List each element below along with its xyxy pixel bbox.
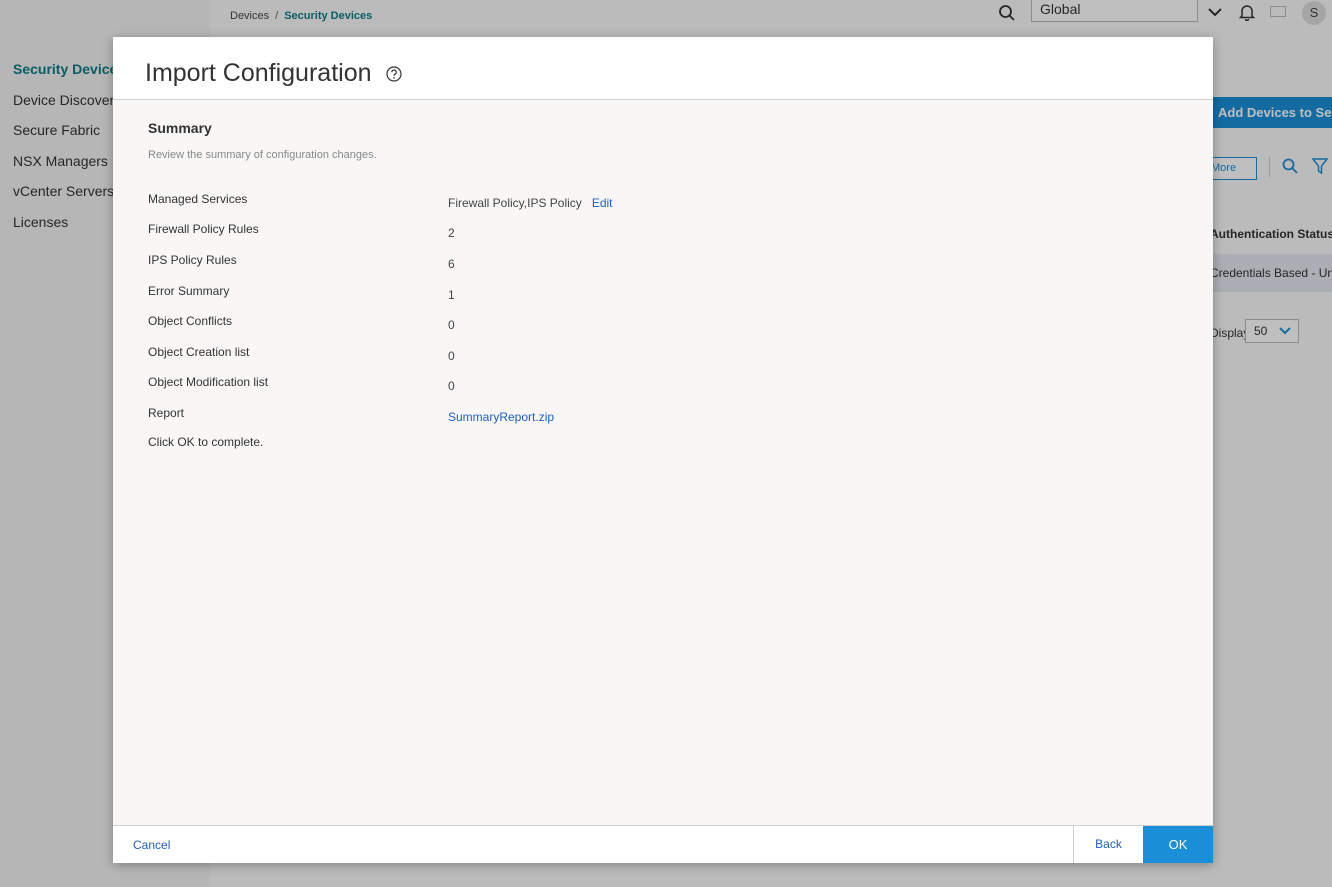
completion-note: Click OK to complete. [148, 435, 264, 449]
error-summary-label: Error Summary [148, 284, 230, 298]
object-conflicts-label: Object Conflicts [148, 314, 233, 328]
report-label: Report [148, 406, 185, 420]
ok-button[interactable]: OK [1143, 826, 1213, 863]
section-title: Summary [148, 120, 212, 136]
object-creation-list-value: 0 [448, 349, 455, 363]
dialog-header: Import Configuration [113, 37, 1213, 100]
back-button[interactable]: Back [1073, 826, 1143, 863]
edit-link[interactable]: Edit [592, 196, 613, 210]
import-configuration-dialog: Import Configuration Summary Review the … [113, 37, 1213, 863]
managed-services-text: Firewall Policy,IPS Policy [448, 196, 582, 210]
summary-report-link[interactable]: SummaryReport.zip [448, 410, 554, 424]
firewall-policy-rules-label: Firewall Policy Rules [148, 222, 259, 236]
firewall-policy-rules-value: 2 [448, 226, 455, 240]
managed-services-value: Firewall Policy,IPS Policy Edit [448, 196, 613, 210]
managed-services-label: Managed Services [148, 192, 248, 206]
dialog-title: Import Configuration [145, 59, 372, 87]
object-creation-list-label: Object Creation list [148, 345, 250, 359]
object-modification-list-label: Object Modification list [148, 375, 269, 389]
cancel-button[interactable]: Cancel [133, 838, 170, 852]
ips-policy-rules-label: IPS Policy Rules [148, 253, 237, 267]
dialog-footer: Cancel Back OK [113, 825, 1213, 863]
object-modification-list-value: 0 [448, 379, 455, 393]
error-summary-value: 1 [448, 288, 455, 302]
section-description: Review the summary of configuration chan… [148, 149, 377, 161]
object-conflicts-value: 0 [448, 318, 455, 332]
help-icon[interactable] [386, 66, 402, 82]
ips-policy-rules-value: 6 [448, 257, 455, 271]
